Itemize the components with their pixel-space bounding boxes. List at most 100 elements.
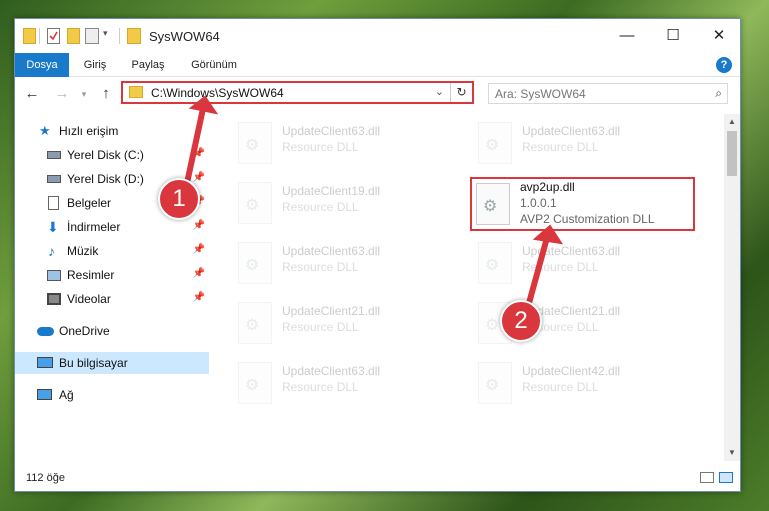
sidebar-item-onedrive[interactable]: OneDrive [15,320,209,342]
search-input[interactable] [495,86,695,101]
file-type: Resource DLL [282,260,359,274]
sidebar-item-music[interactable]: ♪ Müzik 📌 [15,240,209,262]
computer-icon [37,357,53,368]
file-tile[interactable]: ⚙ UpdateClient63.dll Resource DLL [232,236,457,290]
back-button[interactable]: ← [23,86,41,102]
navigation-pane: ★ Hızlı erişim Yerel Disk (C:) 📌 Yerel D… [15,114,209,459]
pin-icon[interactable]: 📌 [193,220,205,231]
large-icons-view-icon[interactable] [719,472,733,483]
refresh-button[interactable]: ↻ [450,83,472,102]
folder-icon [127,28,141,44]
network-icon [37,389,52,400]
gear-icon: ⚙ [485,377,500,394]
help-icon[interactable]: ? [716,57,732,73]
file-tile[interactable]: ⚙ UpdateClient63.dll Resource DLL [232,356,457,410]
sidebar-item-label: Müzik [67,244,99,258]
file-tile[interactable]: ⚙ UpdateClient19.dll Resource DLL [232,176,457,230]
folder-icon [129,86,143,98]
sidebar-item-videos[interactable]: Videolar 📌 [15,288,209,310]
file-version: 1.0.0.1 [520,196,557,210]
pin-icon[interactable]: 📌 [193,148,205,159]
file-name: UpdateClient63.dll [522,124,621,138]
gear-icon: ⚙ [245,197,260,214]
minimize-button[interactable]: — [604,19,650,53]
pin-icon[interactable]: 📌 [193,268,205,279]
new-folder-icon[interactable] [67,28,80,44]
tab-gorunum[interactable]: Görünüm [183,53,245,77]
gear-icon: ⚙ [245,257,260,274]
sidebar-item-label: Resimler [67,268,115,282]
status-bar: 112 öğe [15,464,740,492]
step-1-badge: 1 [158,178,200,220]
file-tile[interactable]: ⚙ UpdateClient63.dll Resource DLL [232,116,457,170]
sidebar-item-pictures[interactable]: Resimler 📌 [15,264,209,286]
music-icon: ♪ [48,243,55,259]
file-type: Resource DLL [282,200,359,214]
file-tile-avp2up[interactable]: ⚙ avp2up.dll 1.0.0.1 AVP2 Customization … [470,177,695,231]
file-name: UpdateClient63.dll [282,364,381,378]
gear-icon: ⚙ [245,137,260,154]
up-button[interactable]: ↑ [97,86,115,102]
sidebar-item-this-pc[interactable]: Bu bilgisayar [15,352,209,374]
sidebar-item-label: Hızlı erişim [59,124,119,138]
dll-file-icon: ⚙ [238,182,272,224]
drive-icon [47,151,61,159]
pin-icon[interactable]: 📌 [193,172,205,183]
file-explorer-window: ▾ SysWOW64 — ☐ ✕ Dosya Giriş Paylaş Görü… [14,18,741,492]
gear-icon: ⚙ [245,317,260,334]
gear-icon: ⚙ [485,137,500,154]
sidebar-item-label: Belgeler [67,196,112,210]
tab-paylas[interactable]: Paylaş [125,53,171,77]
dll-file-icon: ⚙ [478,122,512,164]
pin-icon[interactable]: 📌 [193,292,205,303]
maximize-button[interactable]: ☐ [650,19,696,53]
scroll-thumb[interactable] [727,131,737,176]
file-name: UpdateClient21.dll [282,304,381,318]
address-path[interactable]: C:\Windows\SysWOW64 [151,86,284,100]
gear-icon: ⚙ [483,198,498,215]
separator [39,28,40,44]
file-tile[interactable]: ⚙ UpdateClient63.dll Resource DLL [472,116,697,170]
file-type: Resource DLL [282,320,359,334]
search-icon[interactable]: ⌕ [715,86,722,101]
dll-file-icon: ⚙ [478,362,512,404]
document-icon [48,196,59,210]
file-tile[interactable]: ⚙ UpdateClient63.dll Resource DLL [472,236,697,290]
recent-locations-icon[interactable]: ▾ [79,86,89,102]
chevron-down-icon[interactable]: ⌄ [435,85,444,98]
pin-icon[interactable]: 📌 [193,244,205,255]
sidebar-item-label: Yerel Disk (D:) [67,172,144,186]
details-view-icon[interactable] [700,472,714,483]
file-description: AVP2 Customization DLL [520,212,655,226]
sidebar-item-local-disk-c[interactable]: Yerel Disk (C:) 📌 [15,144,209,166]
scroll-down-icon[interactable]: ▼ [724,445,740,461]
file-name: UpdateClient42.dll [522,364,621,378]
file-name: UpdateClient19.dll [282,184,381,198]
properties-icon[interactable] [47,28,60,44]
sidebar-item-quick-access[interactable]: ★ Hızlı erişim [15,120,209,142]
file-type: Resource DLL [282,140,359,154]
drive-icon [47,175,61,183]
tab-dosya[interactable]: Dosya [15,53,69,77]
dll-file-icon: ⚙ [478,242,512,284]
file-name: avp2up.dll [520,180,575,194]
file-tile[interactable]: ⚙ UpdateClient21.dll Resource DLL [232,296,457,350]
address-bar[interactable]: C:\Windows\SysWOW64 ⌄ ↻ [121,81,474,104]
navigation-bar: ← → ▾ ↑ C:\Windows\SysWOW64 ⌄ ↻ ⌕ [15,77,740,111]
close-button[interactable]: ✕ [696,19,742,53]
picture-icon [47,270,61,281]
chevron-down-icon[interactable]: ▾ [103,28,113,44]
file-tile[interactable]: ⚙ UpdateClient42.dll Resource DLL [472,356,697,410]
file-name: UpdateClient63.dll [282,244,381,258]
sidebar-item-network[interactable]: Ağ [15,384,209,406]
download-icon: ⬇ [47,219,59,235]
vertical-scrollbar[interactable]: ▲ ▼ [724,114,740,461]
tab-giris[interactable]: Giriş [77,53,113,77]
search-box[interactable]: ⌕ [488,83,728,104]
dll-file-icon: ⚙ [238,362,272,404]
dll-file-icon: ⚙ [476,183,510,225]
scroll-up-icon[interactable]: ▲ [724,114,740,130]
sidebar-item-label: İndirmeler [67,220,121,234]
view-options-icon[interactable] [85,28,99,44]
forward-button[interactable]: → [53,86,71,102]
